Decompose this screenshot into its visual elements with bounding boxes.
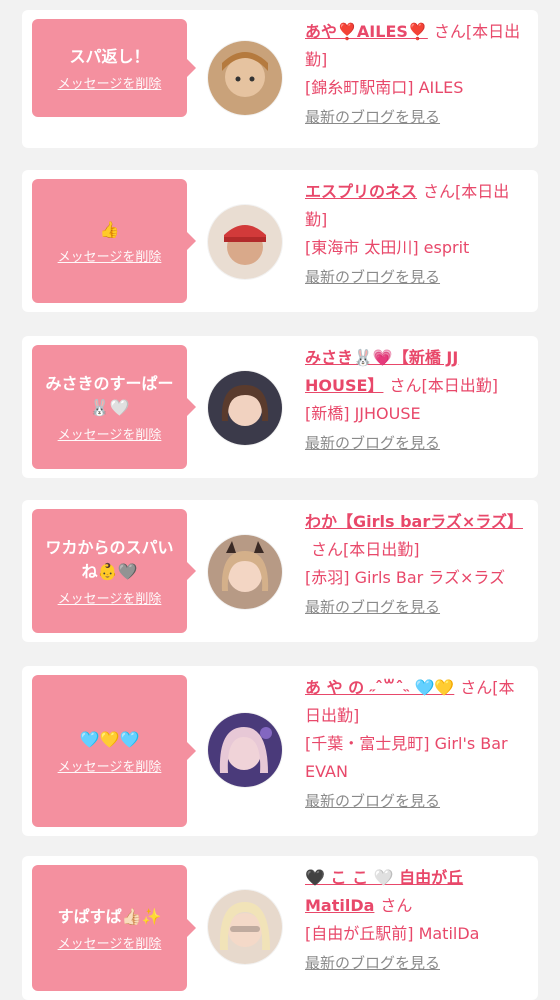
avatar[interactable] [208, 205, 282, 279]
latest-blog-link[interactable]: 最新のブログを見る [305, 106, 440, 127]
shop-info: [東海市 太田川] esprit [305, 238, 470, 257]
card-info: わか【Girls barラズ×ラズ】さん[本日出勤] [赤羽] Girls Ba… [305, 508, 527, 617]
message-text: すぱすぱ👍🏻✨ [57, 906, 162, 926]
message-card: 👍 メッセージを削除 エスプリのネス さん[本日出勤] [東海市 太田川] esp… [22, 170, 538, 312]
latest-blog-link[interactable]: 最新のブログを見る [305, 790, 440, 811]
shop-info: [千葉・富士見町] Girl's Bar EVAN [305, 734, 508, 781]
message-text: ワカからのスパいね👶🩶 [45, 537, 174, 581]
message-bubble: スパ返し！ メッセージを削除 [32, 19, 196, 117]
message-card: スパ返し！ メッセージを削除 あや❣️AILES❣️ さん[本日出勤] [錦糸町駅… [22, 10, 538, 148]
cast-name-link[interactable]: あや❣️AILES❣️ [305, 22, 428, 41]
card-info: あ や の ˶ˆ꒳ˆ˵ 🩵💛 さん[本日出勤] [千葉・富士見町] Girl's … [305, 674, 527, 811]
shop-info: [新橋] JJHOUSE [305, 404, 421, 423]
message-bubble: 🩵💛🩵 メッセージを削除 [32, 675, 196, 827]
avatar[interactable] [208, 41, 282, 115]
shop-info: [赤羽] Girls Bar ラズ×ラズ [305, 568, 506, 587]
message-text: スパ返し！ [69, 46, 150, 66]
card-info: 🖤 こ こ 🤍 自由が丘 MatilDa さん [自由が丘駅前] MatilDa … [305, 864, 527, 973]
message-card: 🩵💛🩵 メッセージを削除 あ や の ˶ˆ꒳ˆ˵ 🩵💛 さん[本日出勤] [千葉・… [22, 666, 538, 836]
message-card: みさきのすーぱー🐰🤍 メッセージを削除 みさき🐰💗【新橋 JJ HOUSE】 さん… [22, 336, 538, 478]
delete-message-link[interactable]: メッセージを削除 [58, 933, 162, 952]
card-info: あや❣️AILES❣️ さん[本日出勤] [錦糸町駅南口] AILES 最新のブロ… [305, 18, 527, 127]
delete-message-link[interactable]: メッセージを削除 [58, 73, 162, 92]
message-card: すぱすぱ👍🏻✨ メッセージを削除 🖤 こ こ 🤍 自由が丘 MatilDa さん … [22, 856, 538, 1000]
latest-blog-link[interactable]: 最新のブログを見る [305, 952, 440, 973]
message-card: ワカからのスパいね👶🩶 メッセージを削除 わか【Girls barラズ×ラズ】さ… [22, 500, 538, 642]
message-text: みさきのすーぱー🐰🤍 [45, 373, 174, 417]
cast-status: さん[本日出勤] [389, 376, 498, 395]
avatar[interactable] [208, 371, 282, 445]
latest-blog-link[interactable]: 最新のブログを見る [305, 432, 440, 453]
latest-blog-link[interactable]: 最新のブログを見る [305, 596, 440, 617]
delete-message-link[interactable]: メッセージを削除 [58, 246, 162, 265]
avatar[interactable] [208, 713, 282, 787]
cast-status: さん [380, 896, 413, 915]
shop-info: [錦糸町駅南口] AILES [305, 78, 464, 97]
shop-info: [自由が丘駅前] MatilDa [305, 924, 480, 943]
cast-status: さん[本日出勤] [311, 540, 420, 559]
delete-message-link[interactable]: メッセージを削除 [58, 756, 162, 775]
message-bubble: みさきのすーぱー🐰🤍 メッセージを削除 [32, 345, 196, 469]
avatar[interactable] [208, 535, 282, 609]
delete-message-link[interactable]: メッセージを削除 [58, 424, 162, 443]
cast-name-link[interactable]: わか【Girls barラズ×ラズ】 [305, 512, 523, 531]
latest-blog-link[interactable]: 最新のブログを見る [305, 266, 440, 287]
message-text: 👍 [99, 219, 120, 239]
card-info: みさき🐰💗【新橋 JJ HOUSE】 さん[本日出勤] [新橋] JJHOUSE … [305, 344, 527, 453]
message-bubble: ワカからのスパいね👶🩶 メッセージを削除 [32, 509, 196, 633]
message-bubble: すぱすぱ👍🏻✨ メッセージを削除 [32, 865, 196, 991]
message-text: 🩵💛🩵 [79, 729, 140, 749]
cast-name-link[interactable]: エスプリのネス [305, 182, 417, 201]
message-bubble: 👍 メッセージを削除 [32, 179, 196, 303]
card-info: エスプリのネス さん[本日出勤] [東海市 太田川] esprit 最新のブログを… [305, 178, 527, 287]
cast-name-link[interactable]: あ や の ˶ˆ꒳ˆ˵ 🩵💛 [305, 678, 454, 697]
delete-message-link[interactable]: メッセージを削除 [58, 588, 162, 607]
message-list: スパ返し！ メッセージを削除 あや❣️AILES❣️ さん[本日出勤] [錦糸町駅… [0, 0, 560, 1000]
avatar[interactable] [208, 890, 282, 964]
